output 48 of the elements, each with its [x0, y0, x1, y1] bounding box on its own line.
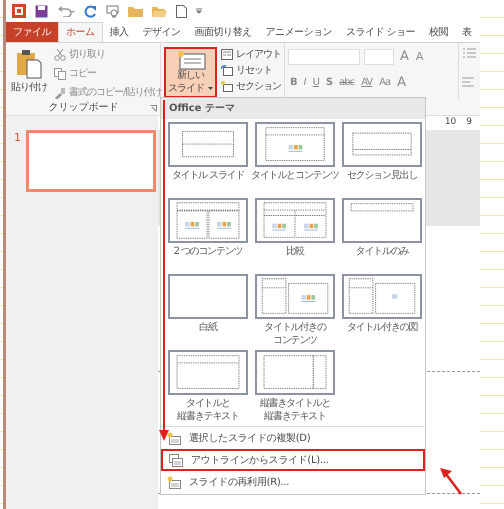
menu-header: Office テーマ — [161, 98, 425, 119]
clipboard-icon — [16, 49, 42, 79]
section-button[interactable]: セクション — [219, 79, 283, 94]
ribbon-tab[interactable]: ホーム — [58, 22, 102, 42]
ribbon-tab[interactable]: 画面切り替え — [188, 22, 258, 42]
new-slide-icon — [176, 50, 206, 70]
brush-icon — [54, 86, 66, 98]
ribbon-tab[interactable]: 挿入 — [102, 22, 136, 42]
font-name-field[interactable] — [288, 48, 360, 65]
ribbon-tab[interactable]: 表 — [455, 22, 479, 42]
duplicate-slide-icon — [167, 432, 181, 444]
ruler-number: 9 — [466, 116, 472, 129]
ribbon-tab[interactable]: アニメーション — [258, 22, 339, 42]
ribbon-tab[interactable]: スライド ショー — [339, 22, 422, 42]
slide-thumbnail[interactable] — [26, 130, 156, 192]
group-label: クリップボード — [48, 100, 118, 115]
menu-item[interactable]: スライドの再利用(R)... — [161, 472, 425, 492]
font-size-field[interactable] — [364, 48, 394, 65]
folder-icon[interactable] — [128, 5, 143, 17]
annotation-arrow — [440, 468, 462, 495]
paste-button[interactable]: 貼り付け — [9, 47, 49, 96]
reset-icon — [221, 65, 233, 76]
reuse-slides-icon — [167, 476, 181, 488]
ribbon-tab[interactable]: デザイン — [136, 22, 188, 42]
document-icon[interactable] — [176, 4, 187, 18]
customize-caret-icon[interactable] — [196, 8, 202, 14]
caret-icon — [208, 87, 213, 90]
redo-icon[interactable] — [84, 4, 97, 18]
outline-slides-icon — [169, 454, 183, 466]
file-tab[interactable]: ファイル — [6, 22, 58, 42]
slide-number: 1 — [14, 130, 21, 146]
dialog-launcher-icon[interactable] — [150, 105, 157, 112]
reset-button[interactable]: リセット — [219, 63, 274, 78]
save-icon[interactable] — [35, 4, 48, 18]
new-slide-button[interactable]: 新しい スライド — [164, 47, 217, 98]
undo-icon[interactable] — [57, 5, 75, 17]
ribbon-tab[interactable]: 校閲 — [422, 22, 456, 42]
folder-icon[interactable] — [152, 5, 167, 17]
bullets-icon[interactable] — [462, 47, 476, 59]
scissors-icon — [54, 48, 66, 60]
section-icon — [221, 81, 233, 92]
presenter-icon[interactable] — [106, 4, 119, 18]
copy-icon — [54, 68, 66, 80]
menu-item[interactable]: アウトラインからスライド(L)... — [161, 449, 425, 471]
align-left-icon[interactable] — [462, 76, 476, 88]
layout-button[interactable]: レイアウト — [219, 47, 283, 62]
layout-icon — [221, 49, 233, 60]
ruler-number: 10 — [444, 116, 456, 129]
